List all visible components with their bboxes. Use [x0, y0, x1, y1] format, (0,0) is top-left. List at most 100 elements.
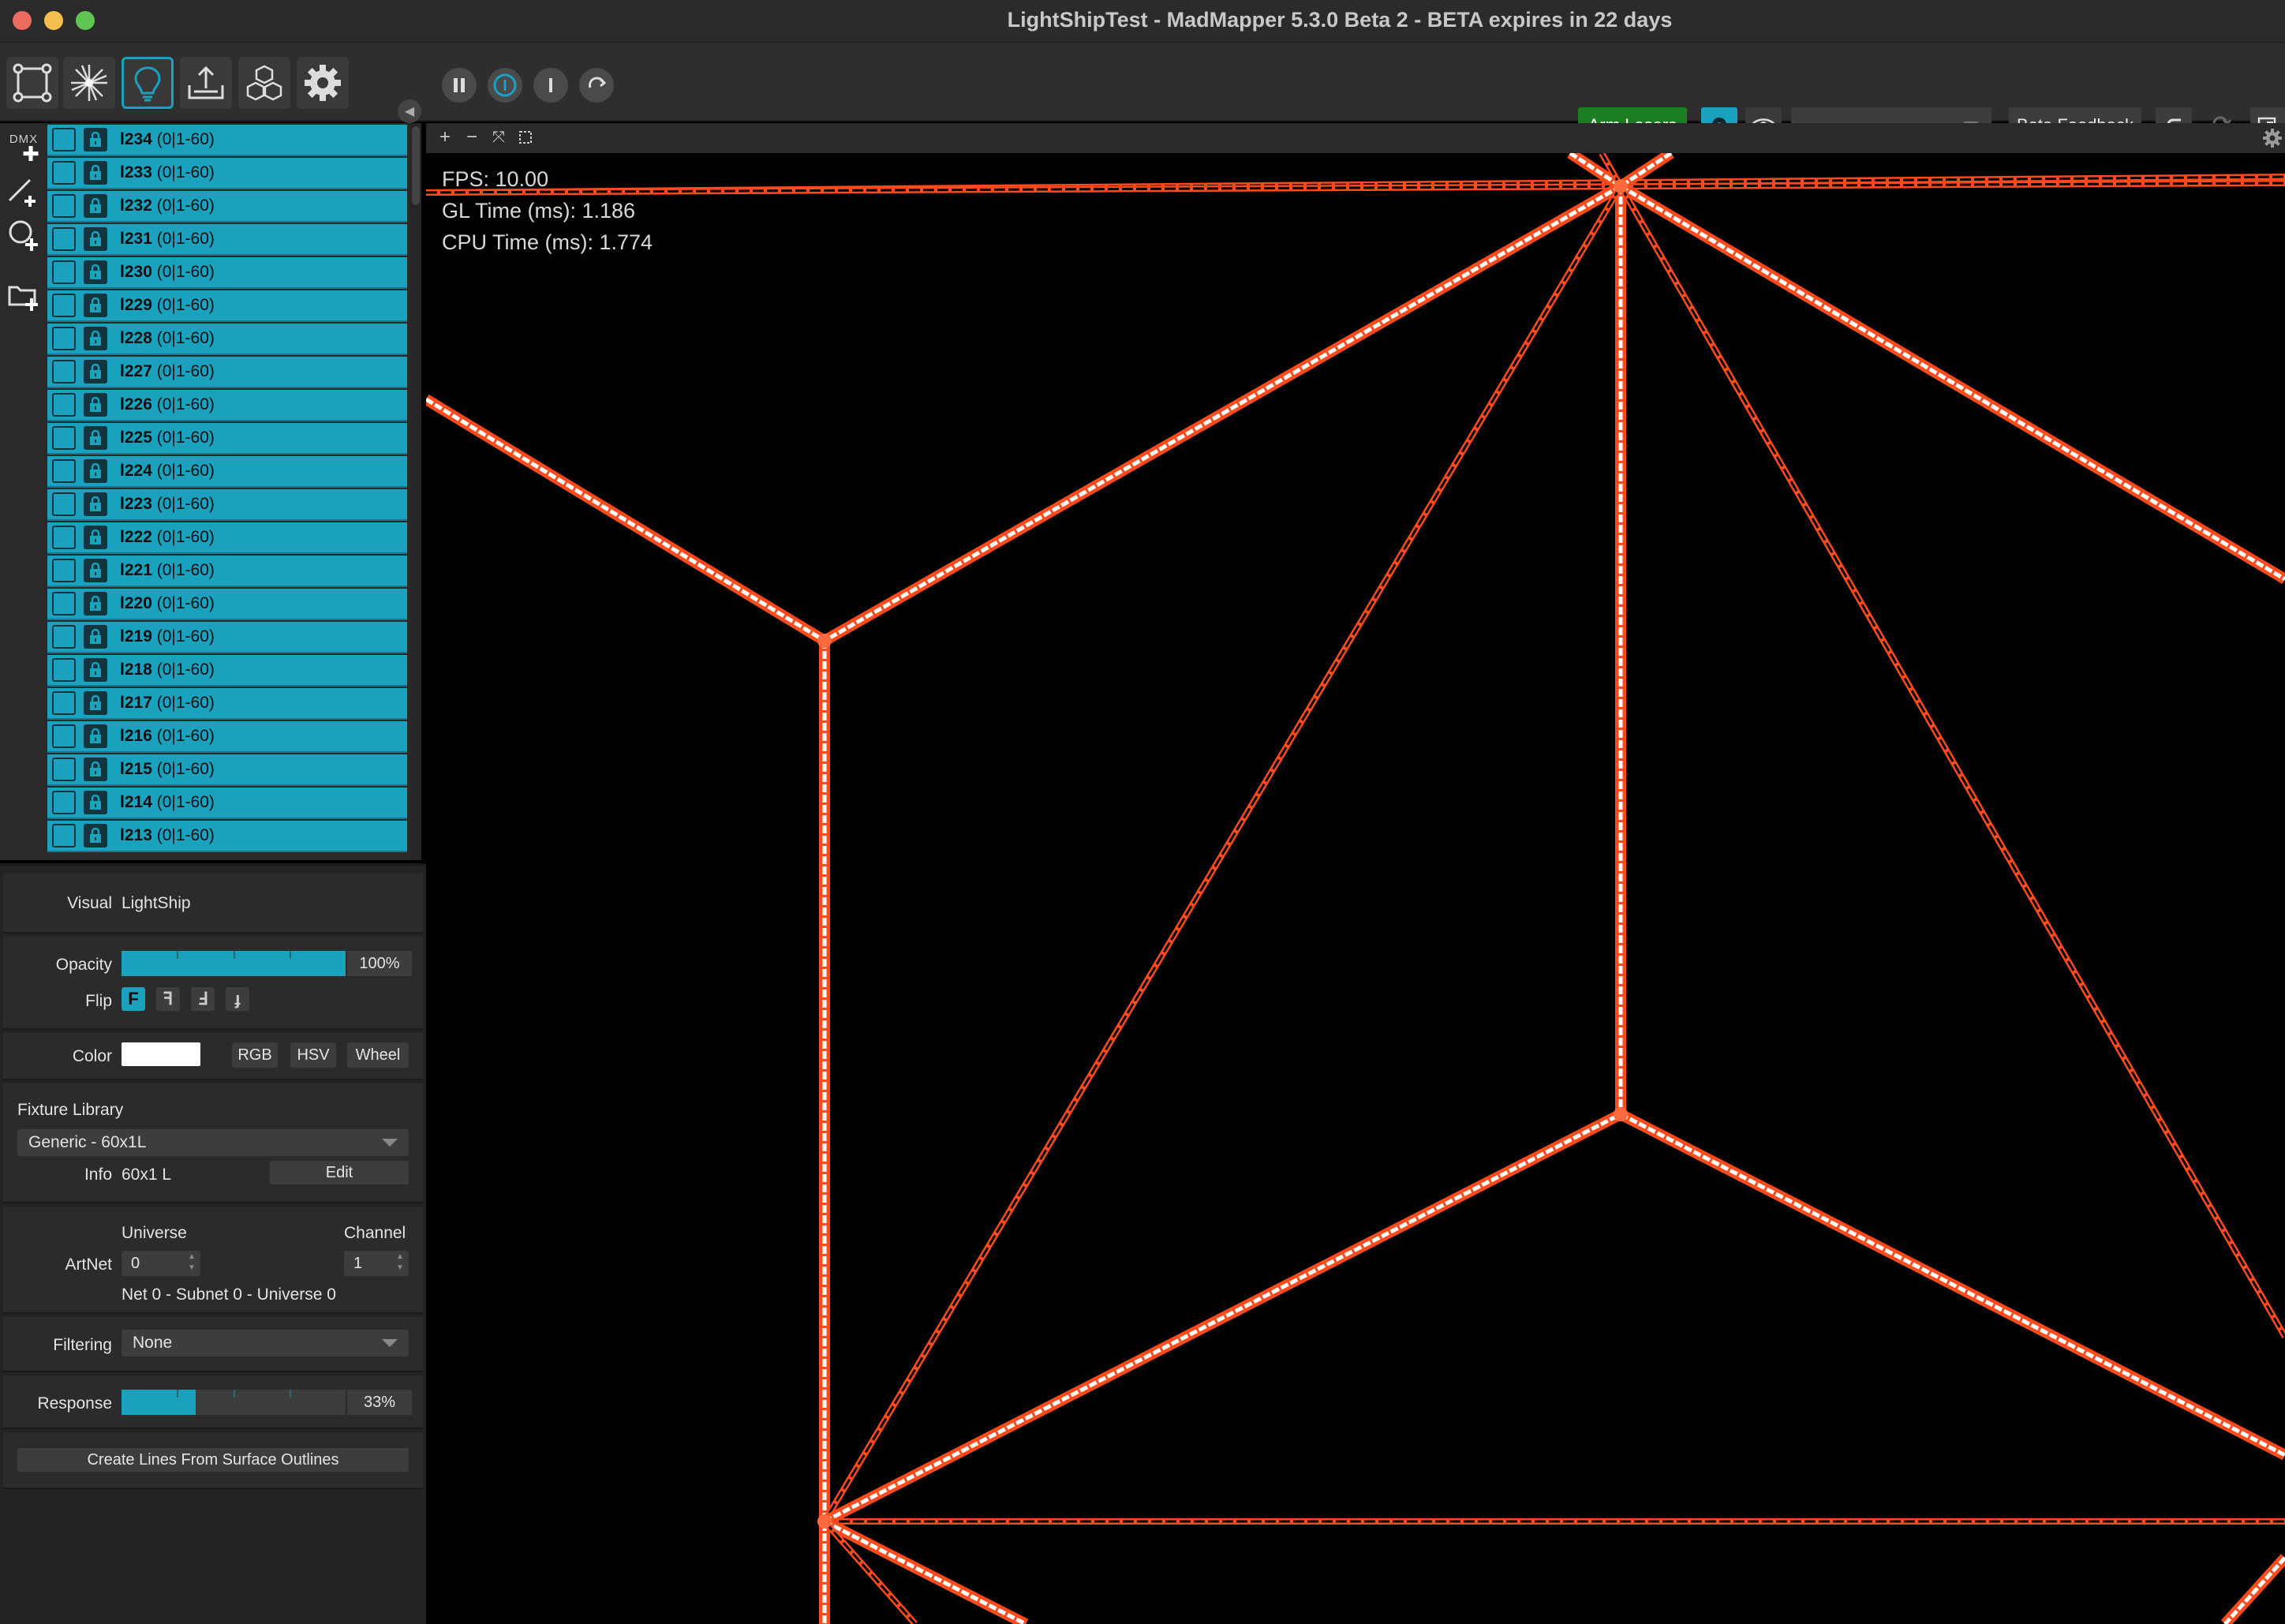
led-line[interactable]	[821, 1516, 1029, 1624]
flip-none-button[interactable]: F	[122, 987, 145, 1011]
lock-icon[interactable]	[84, 227, 107, 251]
lock-icon[interactable]	[84, 194, 107, 218]
fixture-row[interactable]: l219 (0|1-60)	[47, 622, 407, 653]
lock-icon[interactable]	[84, 724, 107, 748]
create-lines-button[interactable]: Create Lines From Surface Outlines	[17, 1448, 409, 1472]
viewport-settings-icon[interactable]	[2261, 127, 2283, 149]
fixture-row[interactable]: l229 (0|1-60)	[47, 290, 407, 322]
lock-icon[interactable]	[84, 393, 107, 417]
fixture-visibility-checkbox[interactable]	[52, 194, 76, 218]
lock-icon[interactable]	[84, 128, 107, 152]
add-folder-button[interactable]	[6, 276, 41, 314]
fixture-visibility-checkbox[interactable]	[52, 459, 76, 483]
chevron-up-icon[interactable]: ▲	[396, 1252, 406, 1262]
flip-vertical-button[interactable]: Ⅎ	[191, 987, 215, 1011]
chevron-down-icon[interactable]: ▼	[188, 1263, 197, 1273]
flip-horizontal-button[interactable]: ꟻ	[156, 987, 180, 1011]
lock-icon[interactable]	[84, 260, 107, 284]
fixture-row[interactable]: l232 (0|1-60)	[47, 191, 407, 223]
line-vertex[interactable]	[1614, 179, 1628, 193]
fixture-visibility-checkbox[interactable]	[52, 791, 76, 814]
lock-icon[interactable]	[84, 459, 107, 483]
led-line[interactable]	[821, 181, 1624, 646]
fixture-visibility-checkbox[interactable]	[52, 724, 76, 748]
fixture-row[interactable]: l224 (0|1-60)	[47, 456, 407, 488]
surface-tool-button[interactable]	[6, 57, 58, 109]
fixture-visibility-checkbox[interactable]	[52, 294, 76, 317]
fixture-row[interactable]: l225 (0|1-60)	[47, 423, 407, 455]
fixture-visibility-checkbox[interactable]	[52, 592, 76, 616]
fixture-visibility-checkbox[interactable]	[52, 559, 76, 582]
universe-stepper[interactable]: 0 ▲ ▼	[122, 1251, 200, 1276]
fixture-row[interactable]: l218 (0|1-60)	[47, 655, 407, 687]
lock-icon[interactable]	[84, 426, 107, 450]
fixture-row[interactable]: l223 (0|1-60)	[47, 489, 407, 521]
lock-icon[interactable]	[84, 824, 107, 848]
fixture-visibility-checkbox[interactable]	[52, 327, 76, 350]
fixture-list-scrollbar[interactable]	[410, 123, 421, 860]
fixture-row[interactable]: l220 (0|1-60)	[47, 589, 407, 620]
lock-icon[interactable]	[84, 161, 107, 185]
add-line-button[interactable]	[6, 172, 41, 210]
filtering-dropdown[interactable]: None	[122, 1330, 409, 1356]
collapse-panel-button[interactable]: ◀	[398, 99, 421, 123]
stage-viewport[interactable]: FPS: 10.00 GL Time (ms): 1.186 CPU Time …	[426, 153, 2285, 1624]
lock-icon[interactable]	[84, 559, 107, 582]
line-vertex[interactable]	[1614, 1107, 1628, 1121]
zoom-out-icon[interactable]: −	[461, 126, 483, 148]
lock-icon[interactable]	[84, 327, 107, 350]
fixture-library-dropdown[interactable]: Generic - 60x1L	[17, 1129, 409, 1156]
lock-icon[interactable]	[84, 360, 107, 384]
fixture-visibility-checkbox[interactable]	[52, 360, 76, 384]
lock-icon[interactable]	[84, 294, 107, 317]
response-value[interactable]: 33%	[346, 1390, 412, 1415]
media-tool-button[interactable]	[238, 57, 290, 109]
led-line[interactable]	[426, 395, 828, 645]
fixture-row[interactable]: l228 (0|1-60)	[47, 324, 407, 355]
channel-stepper[interactable]: 1 ▲ ▼	[344, 1251, 409, 1276]
chevron-down-icon[interactable]: ▼	[396, 1263, 406, 1273]
rgb-mode-button[interactable]: RGB	[232, 1042, 278, 1068]
flip-both-button[interactable]: ɟ	[226, 987, 249, 1011]
fixture-visibility-checkbox[interactable]	[52, 128, 76, 152]
lock-icon[interactable]	[84, 691, 107, 715]
fixture-row[interactable]: l217 (0|1-60)	[47, 688, 407, 720]
stop-button[interactable]	[533, 68, 568, 103]
fixture-visibility-checkbox[interactable]	[52, 691, 76, 715]
zoom-in-icon[interactable]: +	[434, 126, 456, 148]
select-rect-icon[interactable]	[514, 126, 537, 148]
fixture-visibility-checkbox[interactable]	[52, 492, 76, 516]
add-circle-button[interactable]	[6, 216, 41, 254]
opacity-slider[interactable]	[122, 951, 346, 976]
lock-icon[interactable]	[84, 526, 107, 549]
fixture-row[interactable]: l222 (0|1-60)	[47, 522, 407, 554]
line-vertex[interactable]	[817, 634, 832, 648]
scrollbar-thumb[interactable]	[412, 126, 420, 205]
fixture-row[interactable]: l216 (0|1-60)	[47, 721, 407, 753]
fixture-row[interactable]: l234 (0|1-60)	[47, 125, 407, 156]
response-slider[interactable]	[122, 1390, 346, 1415]
fixture-visibility-checkbox[interactable]	[52, 824, 76, 848]
edit-fixture-button[interactable]: Edit	[270, 1161, 409, 1184]
led-line[interactable]	[2220, 1554, 2285, 1624]
play-button[interactable]	[488, 68, 522, 103]
pause-button[interactable]	[442, 68, 477, 103]
fixture-tool-button[interactable]	[122, 57, 174, 109]
fixture-row[interactable]: l214 (0|1-60)	[47, 788, 407, 819]
fixture-row[interactable]: l230 (0|1-60)	[47, 257, 407, 289]
settings-tool-button[interactable]	[297, 57, 349, 109]
lock-icon[interactable]	[84, 791, 107, 814]
fixture-row[interactable]: l221 (0|1-60)	[47, 556, 407, 587]
lock-icon[interactable]	[84, 658, 107, 682]
lock-icon[interactable]	[84, 758, 107, 781]
line-vertex[interactable]	[817, 1514, 832, 1529]
fixture-row[interactable]: l213 (0|1-60)	[47, 821, 407, 852]
fixture-visibility-checkbox[interactable]	[52, 260, 76, 284]
lock-icon[interactable]	[84, 492, 107, 516]
fixture-visibility-checkbox[interactable]	[52, 758, 76, 781]
fixture-row[interactable]: l233 (0|1-60)	[47, 158, 407, 189]
lock-icon[interactable]	[84, 592, 107, 616]
chevron-up-icon[interactable]: ▲	[188, 1252, 197, 1262]
led-line[interactable]	[1617, 181, 2285, 585]
fixture-visibility-checkbox[interactable]	[52, 426, 76, 450]
